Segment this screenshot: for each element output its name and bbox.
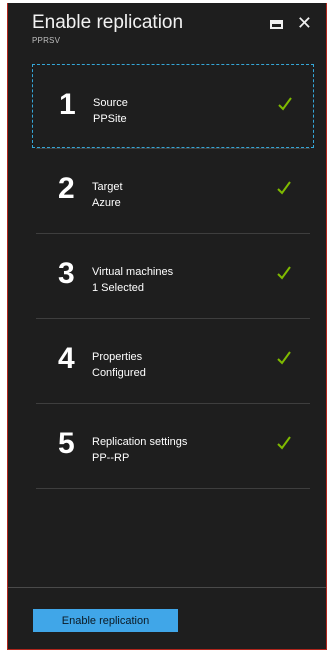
checkmark-icon xyxy=(277,436,291,450)
step-label: Replication settings xyxy=(92,436,188,448)
step-properties[interactable]: 4 Properties Configured xyxy=(32,319,314,403)
footer-divider xyxy=(8,587,326,588)
maximize-icon[interactable] xyxy=(269,19,283,29)
step-list: 1 Source PPSite 2 Target Azure 3 Virtual… xyxy=(32,64,314,489)
step-number: 2 xyxy=(58,172,75,205)
step-number: 1 xyxy=(59,88,76,121)
blade-subtitle: PPRSV xyxy=(32,36,61,45)
blade-header: Enable replication PPRSV ✕ xyxy=(32,11,316,51)
step-value: PP--RP xyxy=(92,452,130,464)
checkmark-icon xyxy=(278,97,292,111)
checkmark-icon xyxy=(277,351,291,365)
step-virtual-machines[interactable]: 3 Virtual machines 1 Selected xyxy=(32,234,314,318)
step-number: 5 xyxy=(58,427,75,460)
step-value: Configured xyxy=(92,367,146,379)
step-value: Azure xyxy=(92,197,121,209)
step-divider xyxy=(36,488,310,489)
step-number: 3 xyxy=(58,257,75,290)
step-target[interactable]: 2 Target Azure xyxy=(32,149,314,233)
enable-replication-button[interactable]: Enable replication xyxy=(33,609,178,632)
step-replication-settings[interactable]: 5 Replication settings PP--RP xyxy=(32,404,314,488)
window-controls: ✕ xyxy=(269,15,312,33)
step-label: Source xyxy=(93,97,128,109)
checkmark-icon xyxy=(277,181,291,195)
step-value: 1 Selected xyxy=(92,282,144,294)
step-label: Properties xyxy=(92,351,143,363)
step-label: Virtual machines xyxy=(92,266,174,278)
close-icon[interactable]: ✕ xyxy=(297,15,312,33)
step-number: 4 xyxy=(58,342,75,375)
enable-replication-blade: Enable replication PPRSV ✕ 1 Source PPSi… xyxy=(7,3,327,650)
step-source[interactable]: 1 Source PPSite xyxy=(32,64,314,148)
checkmark-icon xyxy=(277,266,291,280)
step-value: PPSite xyxy=(93,113,127,125)
step-label: Target xyxy=(92,181,123,193)
